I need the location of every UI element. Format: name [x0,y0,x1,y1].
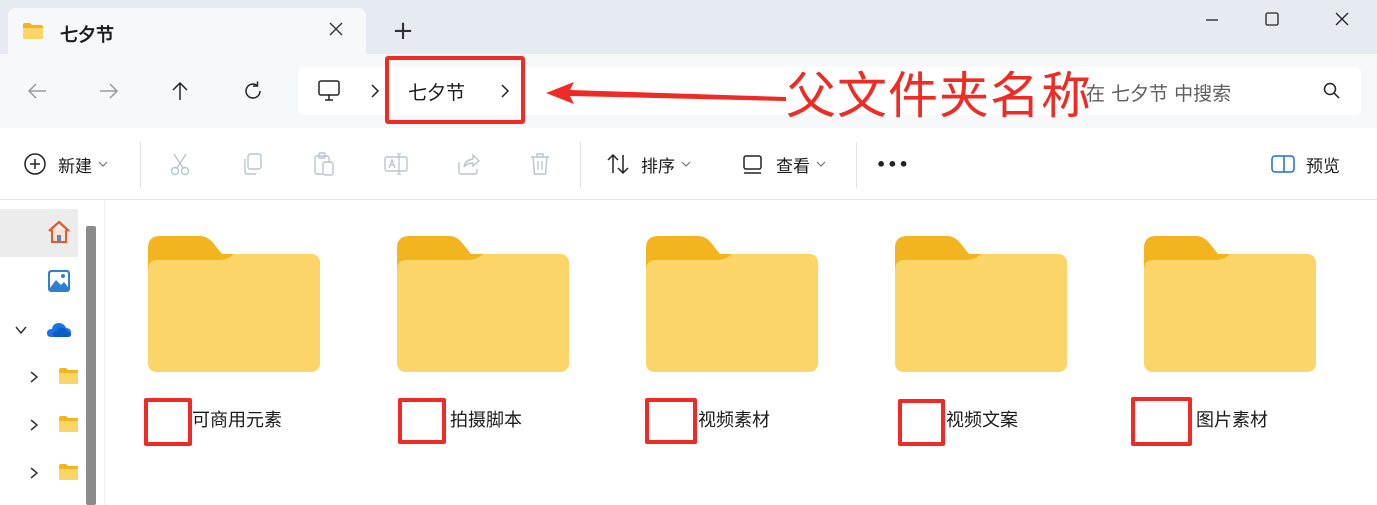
preview-pane-button[interactable]: 预览 [1270,146,1340,182]
more-options-button[interactable]: ••• [876,146,910,182]
up-button[interactable] [163,74,197,108]
delete-icon [531,153,549,175]
folder-icon [59,416,78,432]
sidebar-item-home[interactable] [0,209,78,257]
pane-divider [104,200,105,505]
tab-active[interactable]: 七夕节 [8,8,366,55]
folder-icon [1144,236,1316,372]
preview-pane-icon [1271,155,1295,173]
tab-title: 七夕节 [60,25,114,46]
chevron-right-icon[interactable] [27,466,41,480]
search-icon[interactable] [1322,81,1342,101]
toolbar-divider [580,142,581,188]
folder-name: 视频素材 [698,410,770,431]
sidebar-item-onedrive[interactable] [0,305,78,353]
cut-button[interactable] [167,146,193,182]
highlight-box [398,398,446,444]
folder-name: 可商用元素 [192,410,282,431]
sort-icon [607,153,629,175]
onedrive-icon [47,323,71,337]
chevron-down-icon[interactable] [14,323,28,337]
back-arrow-icon [27,83,46,99]
chevron-right-icon[interactable] [368,81,382,101]
maximize-icon [1265,12,1279,26]
preview-label: 预览 [1306,156,1340,177]
copy-button[interactable] [239,146,265,182]
command-bar: 新建 排序 查看 ••• 预览 [0,128,1377,200]
close-window-button[interactable] [1322,5,1362,33]
new-button[interactable]: 新建 [22,146,108,182]
refresh-icon [245,81,261,99]
home-icon [48,220,70,243]
highlight-box [144,398,192,446]
more-icon: ••• [876,154,910,174]
folder-icon [148,236,320,372]
paste-button[interactable] [311,146,337,182]
maximize-button[interactable] [1252,5,1292,33]
sort-button[interactable]: 排序 [605,146,691,182]
navigation-pane [0,200,104,505]
toolbar-divider [856,142,857,188]
tab-close-icon[interactable] [324,17,348,41]
chevron-down-icon [816,161,826,167]
new-tab-button[interactable]: + [390,18,416,44]
rename-button[interactable] [383,146,409,182]
forward-button[interactable] [92,74,126,108]
search-input[interactable]: 在 七夕节 中搜索 [1064,67,1361,115]
gallery-icon [48,270,70,292]
plus-icon: + [392,16,414,46]
title-bar: 七夕节 + [0,0,1377,55]
folder-icon [23,23,43,39]
folder-icon [895,236,1067,372]
annotation-highlight-box [385,56,525,124]
folder-name: 图片素材 [1196,410,1268,431]
highlight-box [645,398,697,444]
share-icon [458,153,481,175]
folder-icon [59,464,78,480]
folder-icon [646,236,818,372]
chevron-right-icon[interactable] [27,418,41,432]
delete-button[interactable] [527,146,553,182]
close-icon [1335,12,1349,26]
sidebar-item-folder[interactable] [0,353,78,401]
sidebar-scrollbar[interactable] [86,226,96,505]
chevron-down-icon [98,161,108,167]
computer-icon[interactable] [316,79,342,103]
minimize-icon [1206,19,1218,21]
search-placeholder: 在 七夕节 中搜索 [1086,83,1232,105]
folder-name: 视频文案 [946,410,1018,431]
view-label: 查看 [776,156,810,177]
toolbar-divider [140,142,141,188]
copy-icon [244,153,262,175]
annotation-label: 父文件夹名称 [786,67,1092,125]
new-label: 新建 [58,156,92,177]
sidebar-item-gallery[interactable] [0,257,78,305]
cut-icon [170,153,190,176]
highlight-box [898,399,945,446]
view-icon [743,155,762,174]
up-arrow-icon [172,81,188,100]
annotation-arrow-icon [546,82,786,104]
sidebar-item-folder[interactable] [0,449,78,497]
view-button[interactable]: 查看 [740,146,826,182]
folder-name: 拍摄脚本 [450,410,522,431]
chevron-down-icon [681,161,691,167]
minimize-button[interactable] [1192,5,1232,33]
chevron-right-icon[interactable] [27,370,41,384]
rename-icon [384,153,408,175]
refresh-button[interactable] [236,74,270,108]
paste-icon [314,152,334,176]
sidebar-item-folder[interactable] [0,401,78,449]
sort-label: 排序 [641,156,675,177]
share-button[interactable] [455,146,481,182]
add-circle-icon [24,153,46,175]
highlight-box [1131,397,1192,446]
back-button[interactable] [20,74,54,108]
folder-icon [59,368,78,384]
folder-icon [397,236,569,372]
forward-arrow-icon [100,83,119,99]
